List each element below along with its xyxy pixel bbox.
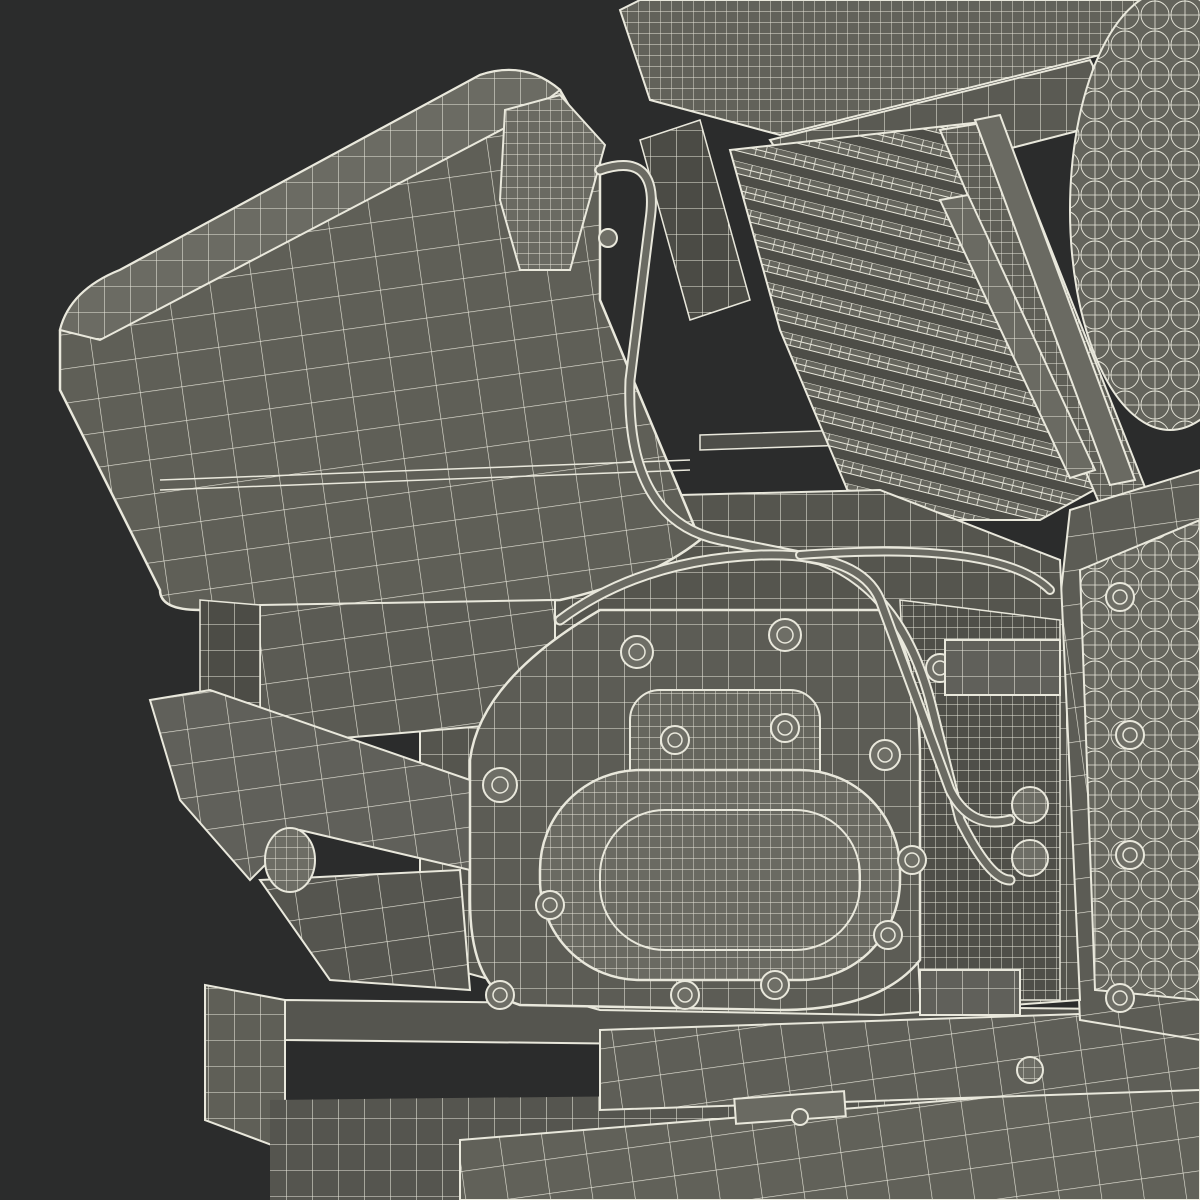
bolt	[873, 920, 903, 950]
frame-rail	[204, 983, 1200, 1200]
bolt	[660, 725, 690, 755]
bolt	[485, 980, 515, 1010]
bolt	[1115, 720, 1145, 750]
bolt	[1105, 582, 1135, 612]
bolt	[535, 890, 565, 920]
bolt	[482, 767, 518, 803]
oval-inspection-cover	[538, 768, 902, 982]
engine-render	[58, 0, 1200, 1200]
bolt	[670, 980, 700, 1010]
bolt	[760, 970, 790, 1000]
bolt	[897, 845, 927, 875]
bolt	[620, 635, 654, 669]
bolt	[770, 713, 800, 743]
bolt	[1105, 983, 1135, 1013]
bolt	[768, 618, 802, 652]
bolt	[1115, 840, 1145, 870]
engine-case	[1058, 468, 1200, 1042]
bolt	[869, 739, 901, 771]
render-viewport	[0, 0, 1200, 1200]
